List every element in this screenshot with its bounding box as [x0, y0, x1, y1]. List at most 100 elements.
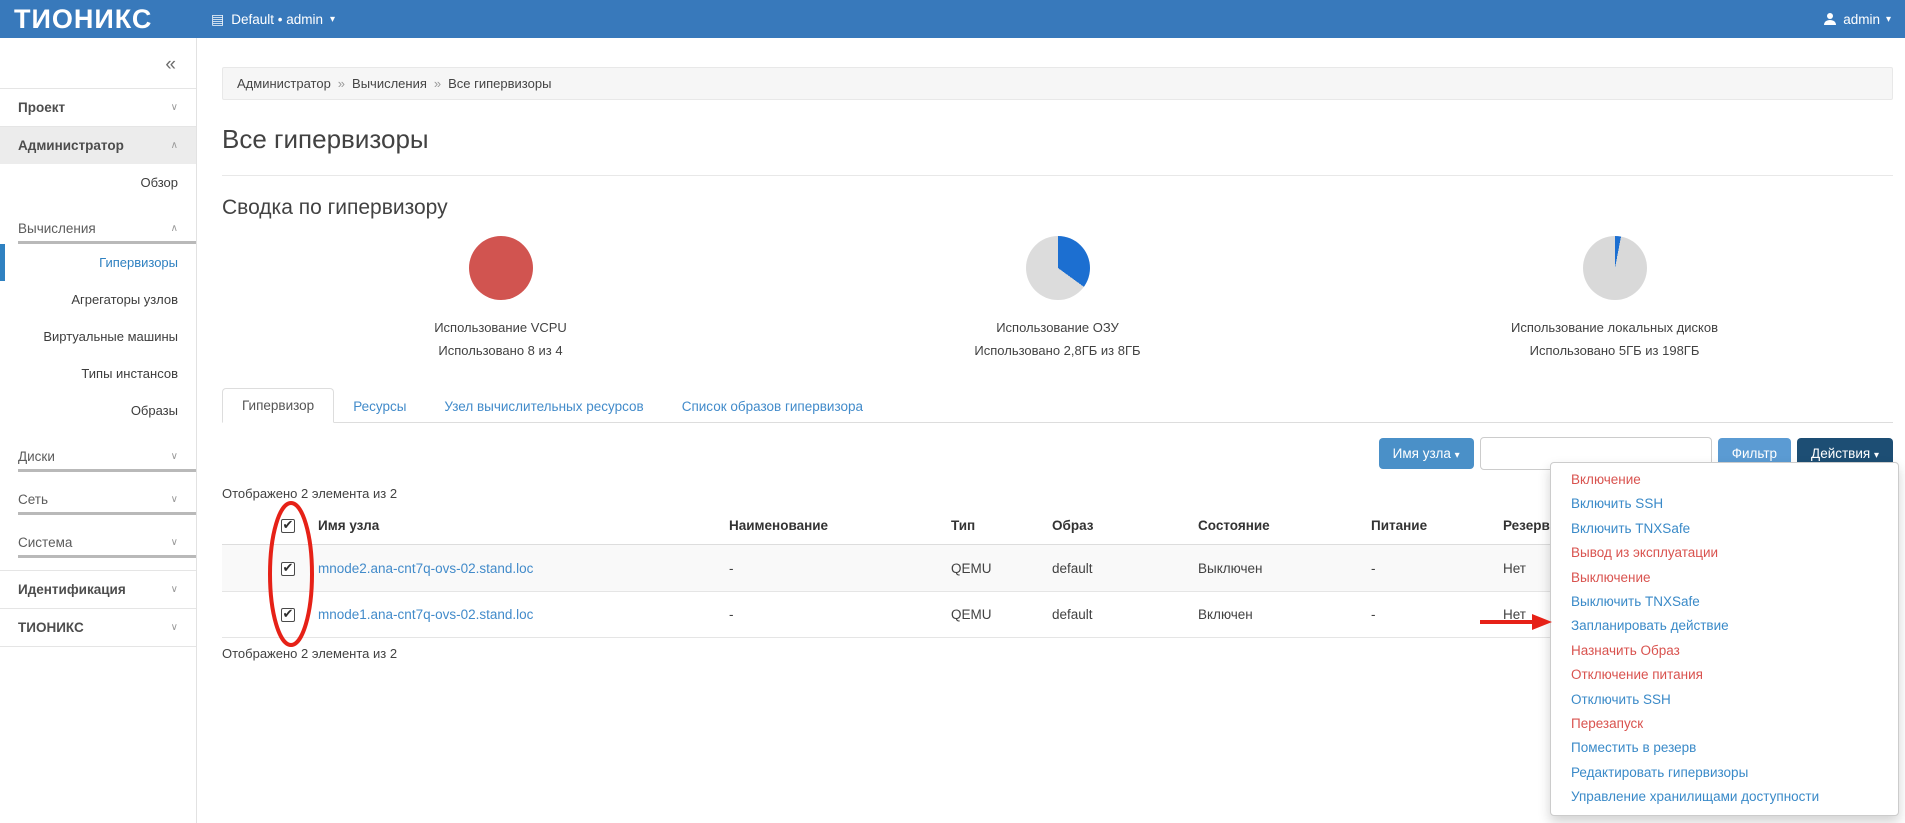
sidebar-group-disks[interactable]: Диски ∨	[0, 439, 196, 472]
row-checkbox[interactable]	[281, 562, 295, 576]
sidebar-item-hypervisors[interactable]: Гипервизоры	[0, 244, 196, 281]
hypervisor-summary-charts: Использование VCPU Использовано 8 из 4 И…	[222, 236, 1893, 362]
sidebar-item-label: ТИОНИКС	[18, 620, 84, 635]
chevron-up-icon: ∧	[171, 223, 178, 234]
sidebar-item-host-aggregates[interactable]: Агрегаторы узлов	[0, 281, 196, 318]
menu-item-place-in-reserve[interactable]: Поместить в резерв	[1551, 736, 1898, 760]
column-header-state: Состояние	[1190, 507, 1363, 545]
menu-item-manage-availability-storages[interactable]: Управление хранилищами доступности	[1551, 785, 1898, 809]
actions-button-label: Действия	[1811, 446, 1870, 461]
menu-item-disable-tnxsafe[interactable]: Выключить TNXSafe	[1551, 590, 1898, 614]
chevron-down-icon: ∨	[171, 584, 178, 595]
menu-item-power-off[interactable]: Выключение	[1551, 566, 1898, 590]
sidebar-group-compute[interactable]: Вычисления ∧	[0, 211, 196, 244]
chart-subtitle: Использовано 5ГБ из 198ГБ	[1336, 339, 1893, 362]
cell-power: -	[1363, 545, 1495, 591]
breadcrumb-separator: »	[338, 76, 345, 91]
cell-image: default	[1044, 545, 1190, 591]
tab-compute-host[interactable]: Узел вычислительных ресурсов	[425, 390, 662, 423]
sidebar-item-project[interactable]: Проект ∨	[0, 88, 196, 126]
actions-dropdown-menu: Включение Включить SSH Включить TNXSafe …	[1550, 462, 1899, 816]
menu-item-enable-tnxsafe[interactable]: Включить TNXSafe	[1551, 517, 1898, 541]
disk-pie-chart	[1583, 236, 1647, 300]
caret-down-icon: ▾	[1886, 14, 1891, 25]
hypervisor-link[interactable]: mnode2.ana-cnt7q-ovs-02.stand.loc	[318, 561, 533, 576]
ram-usage-chart: Использование ОЗУ Использовано 2,8ГБ из …	[779, 236, 1336, 362]
summary-title: Сводка по гипервизору	[222, 196, 1893, 220]
menu-item-power-disconnect[interactable]: Отключение питания	[1551, 663, 1898, 687]
tab-hypervisor-images[interactable]: Список образов гипервизора	[663, 390, 882, 423]
menu-item-enable-ssh[interactable]: Включить SSH	[1551, 492, 1898, 516]
column-header-image: Образ	[1044, 507, 1190, 545]
ram-pie-chart	[1026, 236, 1090, 300]
tab-hypervisor[interactable]: Гипервизор	[222, 388, 334, 423]
column-header-type: Тип	[943, 507, 1044, 545]
project-table-icon: ▤	[211, 11, 224, 28]
menu-item-disable-ssh[interactable]: Отключить SSH	[1551, 688, 1898, 712]
menu-item-decommission[interactable]: Вывод из эксплуатации	[1551, 541, 1898, 565]
cell-type: QEMU	[943, 591, 1044, 637]
vcpu-pie-chart	[469, 236, 533, 300]
project-context-switcher[interactable]: ▤ Default • admin ▾	[211, 11, 335, 28]
breadcrumb-current: Все гипервизоры	[448, 76, 551, 91]
vcpu-usage-chart: Использование VCPU Использовано 8 из 4	[222, 236, 779, 362]
sidebar-group-label: Вычисления	[18, 221, 96, 236]
menu-item-schedule-action[interactable]: Запланировать действие	[1551, 614, 1898, 638]
page-title: Все гипервизоры	[222, 100, 1893, 176]
sidebar-group-network[interactable]: Сеть ∨	[0, 482, 196, 515]
menu-item-edit-hypervisors[interactable]: Редактировать гипервизоры	[1551, 761, 1898, 785]
menu-item-assign-image[interactable]: Назначить Образ	[1551, 639, 1898, 663]
top-bar: ТИОНИКС ▤ Default • admin ▾ admin ▾	[0, 0, 1905, 38]
cell-naming: -	[721, 591, 943, 637]
column-header-node-name: Имя узла	[310, 507, 721, 545]
sidebar-group-label: Диски	[18, 449, 55, 464]
chevron-down-icon: ∨	[171, 622, 178, 633]
chevron-down-icon: ∨	[171, 451, 178, 462]
sidebar-item-admin[interactable]: Администратор ∧	[0, 126, 196, 164]
menu-item-power-on[interactable]: Включение	[1551, 468, 1898, 492]
sidebar-item-identity[interactable]: Идентификация ∨	[0, 570, 196, 608]
tab-bar: Гипервизор Ресурсы Узел вычислительных р…	[222, 388, 1893, 423]
cell-state: Включен	[1190, 591, 1363, 637]
sidebar-item-label: Идентификация	[18, 582, 126, 597]
disk-usage-chart: Использование локальных дисков Использов…	[1336, 236, 1893, 362]
caret-down-icon: ▾	[1455, 450, 1460, 461]
sidebar-group-label: Сеть	[18, 492, 48, 507]
tab-resources[interactable]: Ресурсы	[334, 390, 425, 423]
hypervisor-link[interactable]: mnode1.ana-cnt7q-ovs-02.stand.loc	[318, 607, 533, 622]
sidebar-item-virtual-machines[interactable]: Виртуальные машины	[0, 318, 196, 355]
user-menu[interactable]: admin ▾	[1823, 12, 1905, 27]
row-checkbox[interactable]	[281, 608, 295, 622]
user-name: admin	[1843, 12, 1880, 27]
breadcrumb: Администратор » Вычисления » Все гипервизоры	[222, 67, 1893, 100]
caret-down-icon: ▾	[330, 14, 335, 25]
user-icon	[1823, 12, 1837, 26]
chevron-down-icon: ∨	[171, 537, 178, 548]
sidebar-item-overview[interactable]: Обзор	[0, 164, 196, 201]
breadcrumb-admin[interactable]: Администратор	[237, 76, 331, 91]
sidebar-collapse-button[interactable]: «	[0, 38, 196, 88]
project-context-label: Default • admin	[231, 12, 323, 27]
sidebar-group-system[interactable]: Система ∨	[0, 525, 196, 558]
sidebar-item-label: Проект	[18, 100, 65, 115]
column-header-power: Питание	[1363, 507, 1495, 545]
sidebar: « Проект ∨ Администратор ∧ Обзор Вычисле…	[0, 38, 197, 823]
sidebar-item-images[interactable]: Образы	[0, 392, 196, 429]
sidebar-item-tionix[interactable]: ТИОНИКС ∨	[0, 608, 196, 647]
cell-type: QEMU	[943, 545, 1044, 591]
filter-field-label: Имя узла	[1393, 446, 1451, 461]
select-all-checkbox[interactable]	[281, 519, 295, 533]
sidebar-item-label: Администратор	[18, 138, 124, 153]
chart-title: Использование VCPU	[222, 316, 779, 339]
menu-item-restart[interactable]: Перезапуск	[1551, 712, 1898, 736]
breadcrumb-separator: »	[434, 76, 441, 91]
chevron-down-icon: ∨	[171, 102, 178, 113]
chart-title: Использование ОЗУ	[779, 316, 1336, 339]
chart-subtitle: Использовано 8 из 4	[222, 339, 779, 362]
cell-state: Выключен	[1190, 545, 1363, 591]
caret-down-icon: ▾	[1874, 450, 1879, 461]
breadcrumb-compute[interactable]: Вычисления	[352, 76, 427, 91]
sidebar-item-instance-types[interactable]: Типы инстансов	[0, 355, 196, 392]
chart-title: Использование локальных дисков	[1336, 316, 1893, 339]
filter-field-dropdown[interactable]: Имя узла ▾	[1379, 438, 1474, 469]
